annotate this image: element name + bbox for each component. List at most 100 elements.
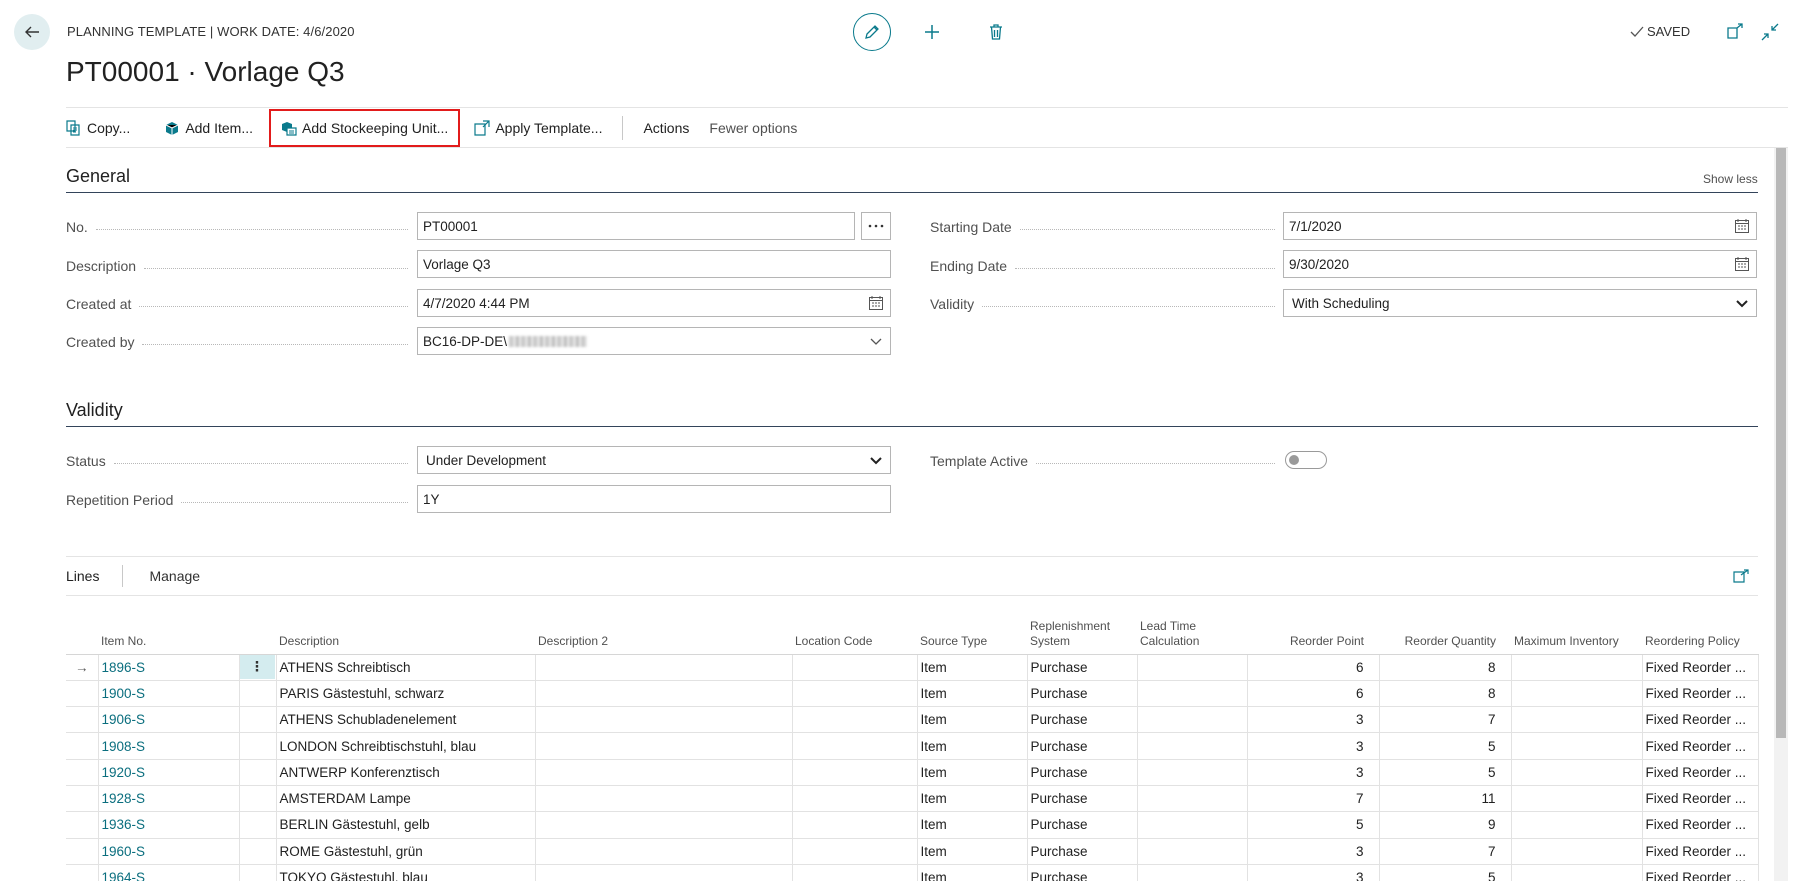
reorder-quantity-cell[interactable]: 7 (1378, 706, 1512, 734)
lead-time-cell[interactable] (1136, 653, 1248, 681)
table-row[interactable]: 1908-S LONDON Schreibtischstuhl, blau It… (66, 732, 1759, 760)
source-type-cell[interactable]: Item (916, 732, 1028, 760)
description-cell[interactable]: PARIS Gästestuhl, schwarz (275, 679, 536, 708)
max-inventory-cell[interactable] (1510, 811, 1643, 839)
source-type-cell[interactable]: Item (916, 811, 1028, 839)
description-cell[interactable]: BERLIN Gästestuhl, gelb (275, 811, 536, 839)
expand-lines-button[interactable] (1733, 568, 1751, 584)
location-cell[interactable] (791, 784, 918, 813)
reorder-quantity-cell[interactable]: 5 (1378, 758, 1512, 786)
new-button[interactable] (918, 18, 946, 46)
item-no-link[interactable]: 1960-S (97, 837, 240, 865)
location-cell[interactable] (791, 758, 918, 786)
location-cell[interactable] (791, 653, 918, 681)
column-header-reordering-policy[interactable]: Reordering Policy (1642, 614, 1758, 655)
reorder-point-cell[interactable]: 6 (1246, 679, 1380, 708)
column-header-location-code[interactable]: Location Code (792, 614, 917, 655)
column-header-maximum-inventory[interactable]: Maximum Inventory (1511, 614, 1642, 655)
column-header-lead-time[interactable]: Lead Time Calculation (1137, 614, 1247, 655)
reorder-point-cell[interactable]: 5 (1246, 811, 1380, 839)
reordering-policy-cell[interactable]: Fixed Reorder ... (1641, 758, 1759, 786)
item-no-link[interactable]: 1896-S (97, 653, 240, 681)
row-actions-cell[interactable] (239, 758, 277, 786)
tab-manage[interactable]: Manage (149, 568, 200, 584)
source-type-cell[interactable]: Item (916, 706, 1028, 734)
item-no-link[interactable]: 1928-S (97, 784, 240, 813)
row-actions-cell[interactable] (239, 706, 277, 734)
reorder-quantity-cell[interactable]: 11 (1378, 784, 1512, 813)
max-inventory-cell[interactable] (1510, 784, 1643, 813)
lookup-button[interactable] (861, 212, 891, 240)
description2-cell[interactable] (534, 863, 793, 881)
back-button[interactable] (14, 14, 50, 50)
replenishment-cell[interactable]: Purchase (1026, 653, 1138, 681)
row-actions-cell[interactable] (239, 732, 277, 760)
source-type-cell[interactable]: Item (916, 837, 1028, 865)
reorder-quantity-cell[interactable]: 8 (1378, 653, 1512, 681)
reorder-point-cell[interactable]: 3 (1246, 863, 1380, 881)
reordering-policy-cell[interactable]: Fixed Reorder ... (1641, 706, 1759, 734)
column-header-reorder-quantity[interactable]: Reorder Quantity (1379, 614, 1511, 655)
source-type-cell[interactable]: Item (916, 758, 1028, 786)
show-less-link[interactable]: Show less (1703, 172, 1758, 186)
max-inventory-cell[interactable] (1510, 837, 1643, 865)
reorder-point-cell[interactable]: 3 (1246, 837, 1380, 865)
chevron-down-icon[interactable] (868, 452, 884, 468)
reorder-quantity-cell[interactable]: 7 (1378, 837, 1512, 865)
column-header-replenishment-system[interactable]: Replenishment System (1027, 614, 1137, 655)
reorder-quantity-cell[interactable]: 5 (1378, 863, 1512, 881)
lead-time-cell[interactable] (1136, 679, 1248, 708)
row-actions-cell[interactable] (239, 811, 277, 839)
max-inventory-cell[interactable] (1510, 679, 1643, 708)
reorder-point-cell[interactable]: 3 (1246, 732, 1380, 760)
reorder-point-cell[interactable]: 6 (1246, 653, 1380, 681)
replenishment-cell[interactable]: Purchase (1026, 811, 1138, 839)
lead-time-cell[interactable] (1136, 732, 1248, 760)
location-cell[interactable] (791, 732, 918, 760)
delete-button[interactable] (982, 18, 1010, 46)
validity-section-title[interactable]: Validity (66, 400, 123, 421)
column-header-reorder-point[interactable]: Reorder Point (1247, 614, 1379, 655)
description2-cell[interactable] (534, 653, 793, 681)
no-field[interactable]: PT00001 (417, 212, 855, 240)
description-cell[interactable]: ATHENS Schubladenelement (275, 706, 536, 734)
table-row[interactable]: 1928-S AMSTERDAM Lampe Item Purchase 7 1… (66, 784, 1759, 813)
replenishment-cell[interactable]: Purchase (1026, 679, 1138, 708)
max-inventory-cell[interactable] (1510, 653, 1643, 681)
starting-date-field[interactable]: 7/1/2020 (1283, 212, 1757, 240)
apply-template-action[interactable]: Apply Template... (464, 111, 612, 145)
lead-time-cell[interactable] (1136, 837, 1248, 865)
column-header-description[interactable]: Description (276, 614, 535, 655)
replenishment-cell[interactable]: Purchase (1026, 784, 1138, 813)
max-inventory-cell[interactable] (1510, 706, 1643, 734)
fewer-options-button[interactable]: Fewer options (699, 111, 807, 145)
scrollbar-thumb[interactable] (1776, 148, 1786, 738)
item-no-link[interactable]: 1906-S (97, 706, 240, 734)
item-no-link[interactable]: 1936-S (97, 811, 240, 839)
collapse-button[interactable] (1760, 22, 1782, 44)
item-no-link[interactable]: 1900-S (97, 679, 240, 708)
replenishment-cell[interactable]: Purchase (1026, 837, 1138, 865)
table-row[interactable]: 1936-S BERLIN Gästestuhl, gelb Item Purc… (66, 811, 1759, 839)
add-item-action[interactable]: Add Item... (154, 111, 263, 145)
table-row[interactable]: 1964-S TOKYO Gästestuhl, blau Item Purch… (66, 863, 1759, 881)
table-row[interactable]: 1960-S ROME Gästestuhl, grün Item Purcha… (66, 837, 1759, 865)
reordering-policy-cell[interactable]: Fixed Reorder ... (1641, 811, 1759, 839)
created-by-field[interactable]: BC16-DP-DE\ (417, 327, 891, 355)
actions-menu[interactable]: Actions (633, 111, 699, 145)
location-cell[interactable] (791, 811, 918, 839)
item-no-link[interactable]: 1920-S (97, 758, 240, 786)
location-cell[interactable] (791, 863, 918, 881)
reorder-quantity-cell[interactable]: 8 (1378, 679, 1512, 708)
source-type-cell[interactable]: Item (916, 653, 1028, 681)
reorder-point-cell[interactable]: 7 (1246, 784, 1380, 813)
replenishment-cell[interactable]: Purchase (1026, 706, 1138, 734)
max-inventory-cell[interactable] (1510, 758, 1643, 786)
location-cell[interactable] (791, 837, 918, 865)
row-actions-cell[interactable] (239, 784, 277, 813)
chevron-down-icon[interactable] (1734, 295, 1750, 311)
reordering-policy-cell[interactable]: Fixed Reorder ... (1641, 837, 1759, 865)
max-inventory-cell[interactable] (1510, 732, 1643, 760)
description-cell[interactable]: ROME Gästestuhl, grün (275, 837, 536, 865)
reordering-policy-cell[interactable]: Fixed Reorder ... (1641, 679, 1759, 708)
